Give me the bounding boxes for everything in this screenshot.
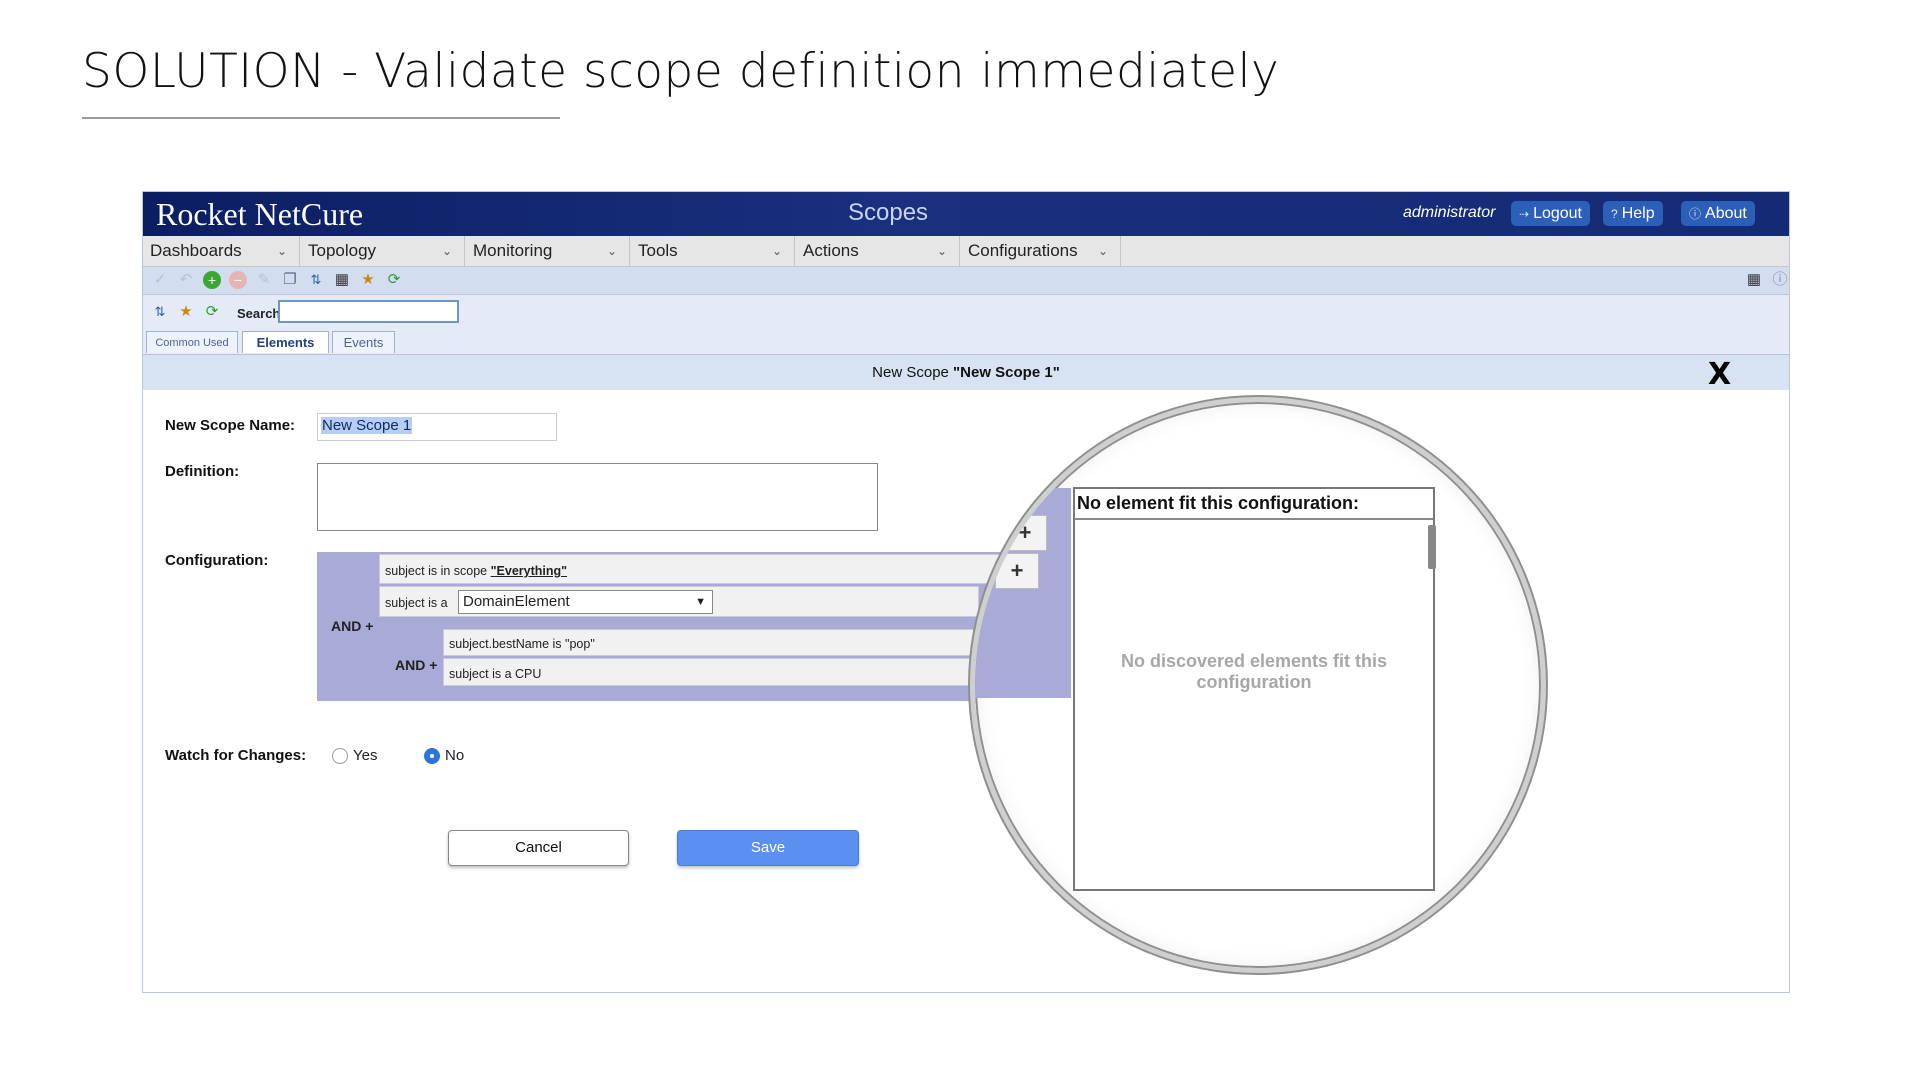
export-icon[interactable]: ▦ [1745,271,1763,289]
toolbar-search: ⇅ ★ ⟳ Search [143,295,1789,329]
rule-row[interactable]: subject is in scope "Everything" [379,554,1045,584]
about-button[interactable]: ⓘ About [1681,201,1755,226]
menu-label: Tools [638,241,678,260]
dialog-title: New Scope "New Scope 1" [143,364,1789,381]
save-button[interactable]: Save [677,830,859,866]
definition-label: Definition: [165,463,240,480]
copy-icon[interactable]: ❐ [281,271,299,289]
empty-results-message: No discovered elements fit this configur… [1120,651,1388,692]
scope-name-value: New Scope 1 [321,417,413,434]
watch-changes-label: Watch for Changes: [165,747,307,764]
validation-results-panel: No element fit this configuration: No di… [1073,487,1436,891]
nested-and-operator[interactable]: AND + [395,657,437,673]
user-name: administrator [1403,204,1496,221]
close-button[interactable]: X [1708,357,1731,392]
configuration-builder: AND + subject is in scope "Everything" s… [317,552,1045,701]
rule-text: subject is in scope [385,564,491,578]
magnifier-callout: + + No element fit this configuration: N… [970,397,1546,973]
dialog-title-name: "New Scope 1" [953,364,1060,381]
tab-events[interactable]: Events [332,331,395,353]
brand-logo: Rocket NetCure [156,196,364,232]
validation-header: No element fit this configuration: [1075,489,1433,520]
add-rule-button[interactable]: + [1003,515,1047,551]
menu-label: Configurations [968,241,1078,260]
sort-icon[interactable]: ⇅ [307,271,325,289]
logout-label: Logout [1533,205,1582,222]
scope-name-input[interactable]: New Scope 1 [317,413,557,441]
magnified-config-fragment: + + [975,488,1071,698]
chevron-down-icon: ⌄ [441,244,452,258]
dialog-title-prefix: New Scope [872,364,954,381]
filter-icon[interactable]: ★ [177,303,195,321]
menu-label: Dashboards [150,241,242,260]
watch-yes-label: Yes [353,747,378,764]
cancel-button[interactable]: Cancel [448,830,629,866]
menu-monitoring[interactable]: Monitoring ⌄ [466,236,630,266]
select-value: DomainElement [463,593,570,610]
logout-button[interactable]: ⇢ Logout [1511,201,1590,226]
menu-label: Actions [803,241,859,260]
rule-row[interactable]: subject.bestName is "pop" [443,629,979,656]
toolbar-primary: ✓ ↶ + − ✎ ❐ ⇅ ▦ ★ ⟳ ▦ ⓘ [143,267,1789,295]
watch-no-label: No [445,747,465,764]
help-label: Help [1621,205,1655,222]
app-window: Rocket NetCure Scopes administrator ⇢ Log… [142,191,1790,993]
and-operator[interactable]: AND + [331,618,373,634]
filter-icon[interactable]: ★ [359,271,377,289]
refresh-icon[interactable]: ⟳ [203,303,221,321]
add-rule-button[interactable]: + [995,553,1039,589]
menu-configurations[interactable]: Configurations ⌄ [961,236,1121,266]
menu-label: Topology [308,241,377,260]
tab-elements[interactable]: Elements [242,331,329,353]
chevron-down-icon: ⌄ [936,244,947,258]
type-select[interactable]: DomainElement ▼ [458,590,713,614]
chevron-down-icon: ⌄ [606,244,617,258]
definition-textarea[interactable] [317,463,878,531]
page-title: Scopes [848,199,929,226]
slide-title: SOLUTION - Validate scope definition imm… [82,44,1280,99]
chevron-down-icon: ⌄ [276,244,287,258]
scope-name-label: New Scope Name: [165,417,296,434]
refresh-icon[interactable]: ⟳ [385,271,403,289]
watch-yes-radio[interactable] [332,748,348,764]
info-icon: ⓘ [1689,207,1702,221]
scope-link[interactable]: "Everything" [491,564,567,578]
dropdown-arrow-icon: ▼ [695,596,706,608]
rule-row[interactable]: subject is a CPU [443,658,979,686]
rule-text: subject.bestName is "pop" [449,637,595,651]
configuration-label: Configuration: [165,552,269,569]
rule-row[interactable]: subject is a DomainElement ▼ [379,586,979,617]
menu-tools[interactable]: Tools ⌄ [631,236,795,266]
undo-icon[interactable]: ↶ [177,271,195,289]
rule-text: subject is a [385,596,448,610]
export-icon[interactable]: ▦ [333,271,351,289]
search-label: Search [237,306,281,321]
menu-dashboards[interactable]: Dashboards ⌄ [143,236,300,266]
help-button[interactable]: ? Help [1603,201,1663,226]
scrollbar[interactable] [1428,525,1436,569]
menu-topology[interactable]: Topology ⌄ [301,236,465,266]
about-label: About [1705,205,1747,222]
rule-text: subject is a CPU [449,667,542,681]
menu-actions[interactable]: Actions ⌄ [796,236,960,266]
chevron-down-icon: ⌄ [1097,244,1108,258]
tab-bar: Common Used Elements Events [143,329,1789,355]
help-icon: ? [1611,207,1618,221]
menu-label: Monitoring [473,241,553,260]
app-banner: Rocket NetCure Scopes administrator ⇢ Log… [143,192,1789,236]
search-input[interactable] [278,300,459,323]
title-underline [82,117,560,119]
sort-icon[interactable]: ⇅ [151,303,169,321]
remove-icon[interactable]: − [229,271,247,289]
edit-icon[interactable]: ✎ [255,271,273,289]
chevron-down-icon: ⌄ [771,244,782,258]
tab-common-used[interactable]: Common Used [146,331,238,353]
main-menu: Dashboards ⌄ Topology ⌄ Monitoring ⌄ Tools ⌄… [143,236,1789,267]
logout-icon: ⇢ [1519,207,1530,221]
dialog-header: New Scope "New Scope 1" X [143,355,1789,392]
watch-no-radio[interactable] [424,748,440,764]
check-icon[interactable]: ✓ [151,271,169,289]
add-icon[interactable]: + [203,271,221,289]
help-icon[interactable]: ⓘ [1771,271,1789,289]
